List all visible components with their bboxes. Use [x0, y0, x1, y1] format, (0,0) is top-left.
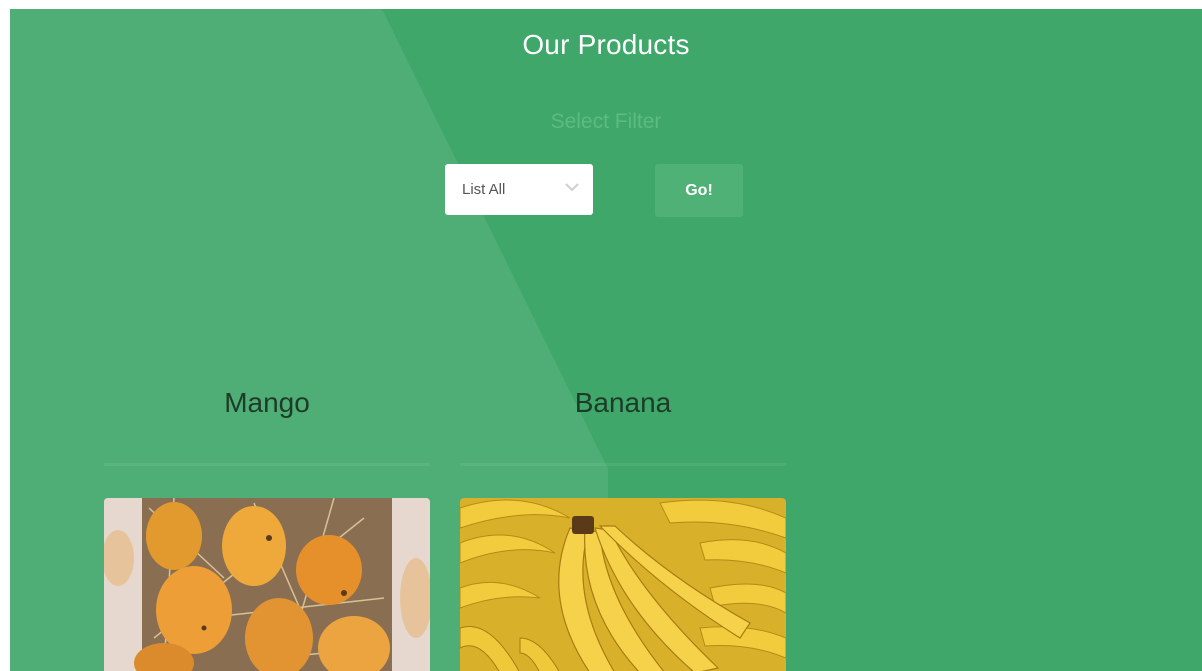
products-page: Our Products Select Filter List All Go! …	[10, 9, 1202, 671]
filter-label: Select Filter	[550, 110, 662, 133]
mango-photo[interactable]	[104, 498, 430, 671]
product-card-banana[interactable]: Banana	[460, 387, 786, 671]
banana-photo[interactable]	[460, 498, 786, 671]
divider	[460, 463, 786, 466]
filter-select[interactable]: List All	[445, 164, 593, 215]
filter-select-value: List All	[462, 181, 506, 198]
product-name[interactable]: Banana	[460, 387, 786, 427]
product-name[interactable]: Mango	[104, 387, 430, 427]
chevron-down-icon	[565, 183, 579, 192]
product-card-mango[interactable]: Mango	[104, 387, 430, 671]
go-button[interactable]: Go!	[655, 164, 743, 217]
page-title: Our Products	[522, 29, 690, 60]
divider	[104, 463, 430, 466]
